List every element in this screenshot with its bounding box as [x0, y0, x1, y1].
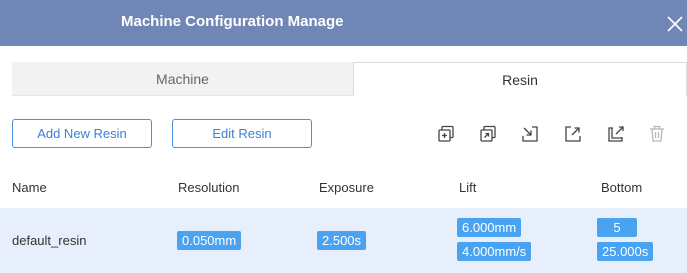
- close-icon[interactable]: [664, 13, 686, 35]
- exposure-badge: 2.500s: [317, 231, 367, 250]
- delete-icon[interactable]: [647, 124, 667, 144]
- column-header-lift[interactable]: Lift: [459, 180, 476, 195]
- export-icon[interactable]: [563, 124, 583, 144]
- column-header-name[interactable]: Name: [12, 180, 47, 195]
- column-header-resolution[interactable]: Resolution: [178, 180, 239, 195]
- bottom-layers-badge: 5: [597, 218, 637, 237]
- resolution-badge: 0.050mm: [177, 231, 242, 250]
- import-icon[interactable]: [520, 124, 540, 144]
- table-row[interactable]: default_resin 0.050mm 2.500s 6.000mm 4.0…: [0, 208, 687, 273]
- window-title: Machine Configuration Manage: [121, 13, 344, 30]
- edit-resin-button[interactable]: Edit Resin: [172, 119, 312, 148]
- export-all-icon[interactable]: [606, 124, 626, 144]
- duplicate-icon[interactable]: [478, 124, 498, 144]
- tab-resin[interactable]: Resin: [353, 62, 687, 96]
- resin-name: default_resin: [12, 233, 87, 248]
- add-copy-icon[interactable]: [436, 124, 456, 144]
- add-new-resin-button[interactable]: Add New Resin: [12, 119, 152, 148]
- table-header: Name Resolution Exposure Lift Bottom: [0, 168, 687, 208]
- column-header-bottom[interactable]: Bottom: [601, 180, 642, 195]
- title-bar: Machine Configuration Manage: [0, 0, 687, 46]
- tab-bar: Machine Resin: [12, 62, 687, 97]
- column-header-exposure[interactable]: Exposure: [319, 180, 374, 195]
- tab-machine[interactable]: Machine: [12, 62, 353, 96]
- lift-speed-badge: 4.000mm/s: [457, 242, 532, 261]
- bottom-exposure-badge: 25.000s: [597, 242, 654, 261]
- lift-distance-badge: 6.000mm: [457, 218, 522, 237]
